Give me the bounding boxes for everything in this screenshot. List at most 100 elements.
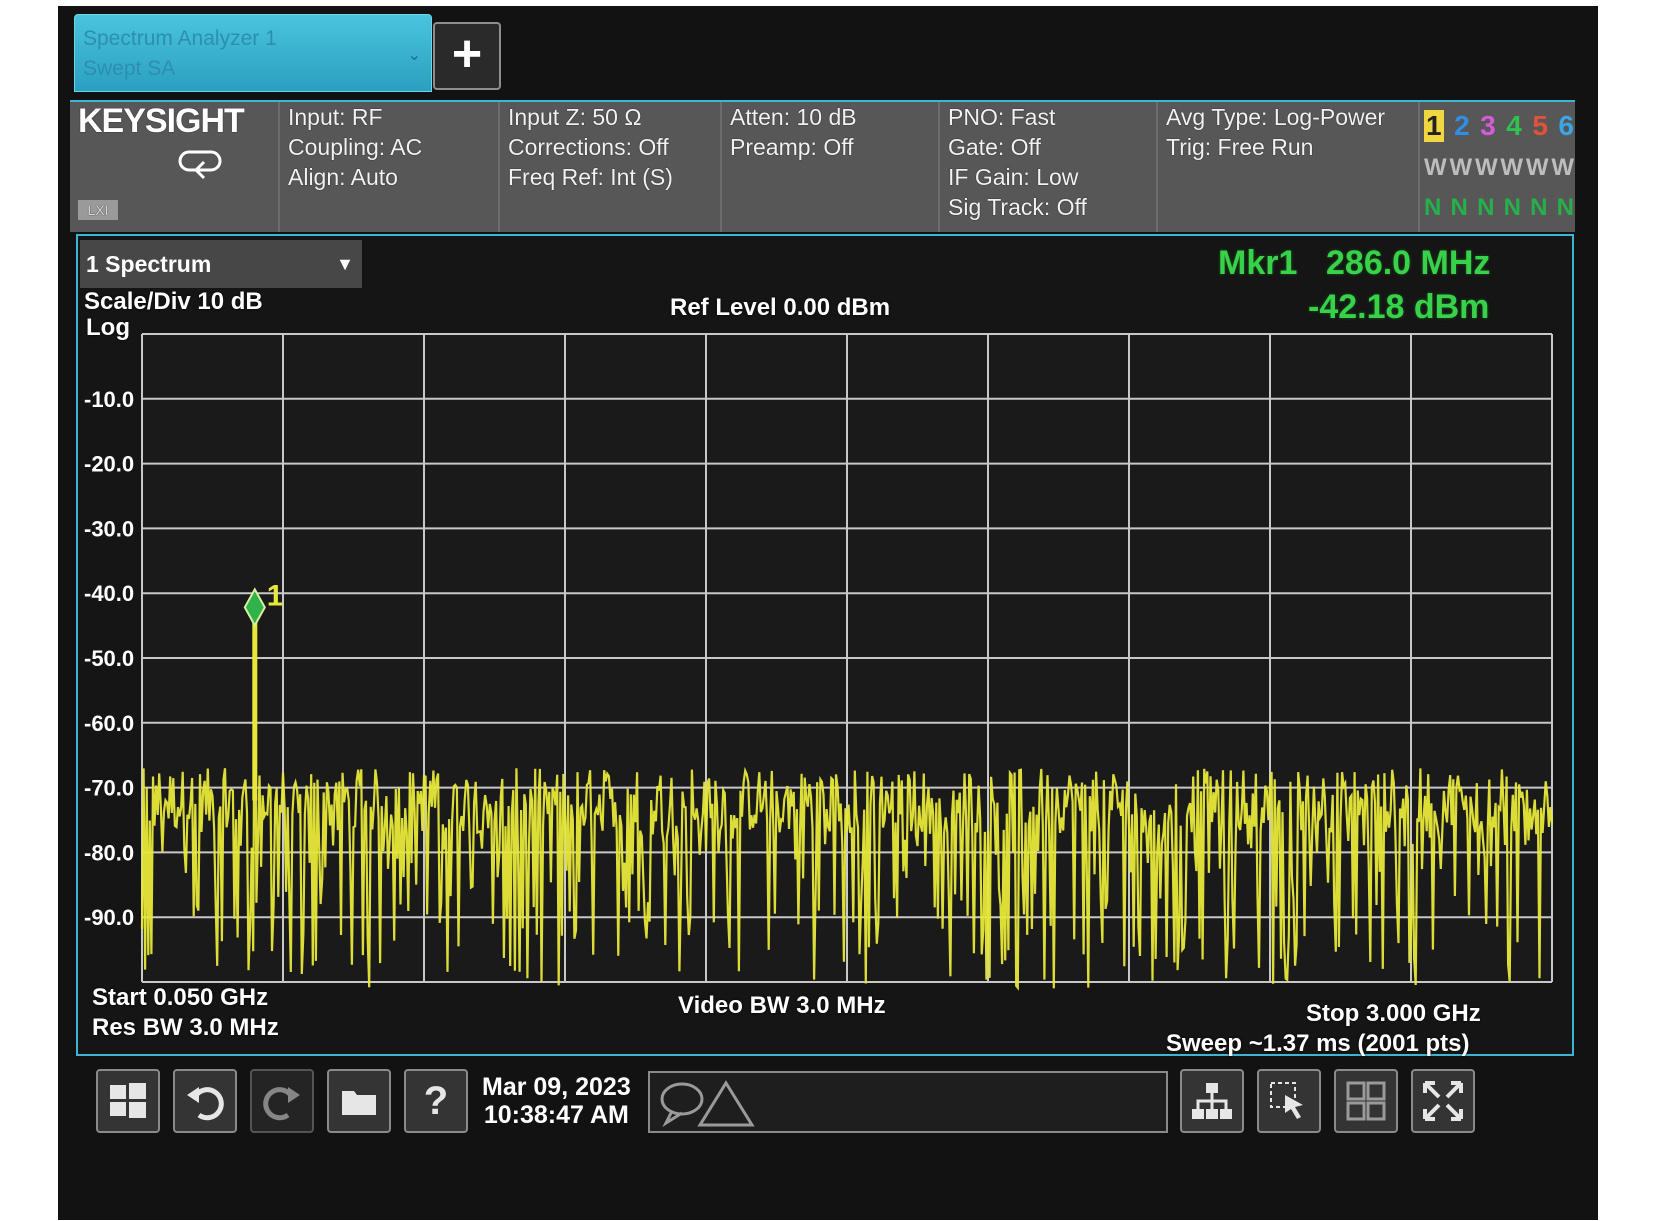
trace-number: 1 [1424, 110, 1444, 142]
trace-detector: N [1450, 194, 1468, 221]
hierarchy-icon [1192, 1083, 1232, 1119]
gate-setting: Gate: Off [948, 134, 1041, 160]
marker-readout-amplitude: -42.18 dBm [1308, 288, 1490, 326]
settings-panel: KEYSIGHT LXI Input: RF Coupling: AC Alig… [70, 100, 1575, 232]
y-tick-label: -20.0 [84, 452, 134, 477]
trace-type: W [1474, 154, 1498, 181]
hand-icon [1270, 1082, 1303, 1119]
atten-setting: Atten: 10 dB [730, 104, 857, 130]
measurement-window[interactable]: -10.0 -20.0 -30.0 -40.0 -50.0 -60.0 -70.0 -80.0… [76, 234, 1576, 1058]
res-bw-label: Res BW 3.0 MHz [92, 1014, 279, 1041]
undo-icon [187, 1087, 224, 1121]
pno-setting: PNO: Fast [948, 104, 1056, 130]
trace-type: W [1525, 154, 1549, 181]
y-tick-label: -40.0 [84, 581, 134, 606]
coupling-setting: Coupling: AC [288, 134, 423, 160]
time-label: 10:38:47 AM [483, 1101, 629, 1129]
folder-icon [342, 1091, 376, 1115]
multi-window-button[interactable] [1334, 1069, 1398, 1133]
trace-number: 3 [1480, 110, 1496, 141]
ref-level-label: Ref Level 0.00 dBm [670, 294, 891, 321]
windows-button[interactable] [96, 1069, 160, 1133]
trace-types: W W W W W W [1424, 154, 1574, 182]
help-button[interactable]: ? [404, 1069, 468, 1133]
scale-label: Scale/Div 10 dB [84, 288, 263, 315]
trace-type: W [1424, 154, 1447, 181]
marker-readout-label: Mkr1 [1218, 244, 1298, 282]
message-icon [660, 1080, 755, 1128]
brand-logo: KEYSIGHT [78, 102, 245, 140]
trace-number: 2 [1454, 110, 1470, 141]
trace-detector: N [1503, 194, 1521, 221]
add-screen-button[interactable]: + [433, 22, 501, 90]
redo-icon [263, 1087, 300, 1121]
trig-setting: Trig: Free Run [1166, 134, 1314, 160]
video-bw-label: Video BW 3.0 MHz [678, 992, 886, 1019]
start-freq-label: Start 0.050 GHz [92, 984, 269, 1011]
settings-atten-group[interactable]: Atten: 10 dB Preamp: Off [722, 102, 940, 232]
y-tick-label: -60.0 [84, 711, 134, 736]
trace-type: W [1449, 154, 1473, 181]
trace-detector: N [1530, 194, 1548, 221]
settings-impedance-group[interactable]: Input Z: 50 Ω Corrections: Off Freq Ref:… [500, 102, 722, 232]
y-tick-label: -30.0 [84, 516, 134, 541]
trace-number: 5 [1532, 110, 1548, 141]
sig-track-setting: Sig Track: Off [948, 194, 1087, 220]
message-bar[interactable] [648, 1071, 1168, 1133]
logo-cell: KEYSIGHT LXI [70, 102, 280, 232]
settings-sweep-group[interactable]: PNO: Fast Gate: Off IF Gain: Low Sig Tra… [940, 102, 1158, 232]
trace-indicator[interactable]: 1 2 3 4 5 6 W W W W W W N N N N N N [1420, 102, 1575, 232]
trace-detector: N [1556, 194, 1574, 221]
trace-number: 6 [1558, 110, 1574, 141]
mode-tab-measurement: Swept SA [83, 57, 176, 80]
marker-1-label: 1 [267, 579, 284, 612]
marker-readout-frequency: 286.0 MHz [1326, 244, 1491, 282]
freq-ref-setting: Freq Ref: Int (S) [508, 164, 673, 190]
spectrum-plot[interactable]: -10.0 -20.0 -30.0 -40.0 -50.0 -60.0 -70.0 -80.0… [78, 236, 1576, 1058]
trace-detector: N [1477, 194, 1495, 221]
sweep-label: Sweep ~1.37 ms (2001 pts) [1166, 1030, 1470, 1057]
window-selector-label: 1 Spectrum [86, 251, 212, 277]
trace-numbers: 1 2 3 4 5 6 [1424, 110, 1574, 142]
mode-tab-title: Spectrum Analyzer 1 [83, 27, 277, 50]
trace-type: W [1500, 154, 1524, 181]
touch-mode-button[interactable] [1180, 1069, 1244, 1133]
grid-icon [1346, 1081, 1386, 1121]
y-tick-label: -80.0 [84, 840, 134, 865]
trace-detectors: N N N N N N [1424, 194, 1574, 222]
mode-tab[interactable]: Spectrum Analyzer 1 Swept SA ⌄ [74, 14, 432, 92]
y-tick-label: -10.0 [84, 387, 134, 412]
full-screen-button[interactable] [1411, 1069, 1475, 1133]
y-tick-label: -90.0 [84, 905, 134, 930]
y-tick-label: -70.0 [84, 776, 134, 801]
window-selector[interactable]: 1 Spectrum ▼ [80, 240, 362, 288]
touch-select-button[interactable] [1257, 1069, 1321, 1133]
settings-trigger-group[interactable]: Avg Type: Log-Power Trig: Free Run [1158, 102, 1420, 232]
align-setting: Align: Auto [288, 164, 398, 190]
dropdown-icon: ▼ [336, 254, 354, 274]
trace-type: W [1551, 154, 1574, 181]
if-gain-setting: IF Gain: Low [948, 164, 1079, 190]
preamp-setting: Preamp: Off [730, 134, 854, 160]
chevron-down-icon: ⌄ [407, 47, 421, 64]
indicator-badge: LXI [78, 200, 118, 220]
y-tick-label: -50.0 [84, 646, 134, 671]
return-icon[interactable] [176, 148, 224, 184]
file-button[interactable] [327, 1069, 391, 1133]
trace-detector: N [1424, 194, 1442, 221]
trace-number: 4 [1506, 110, 1522, 141]
input-setting: Input: RF [288, 104, 383, 130]
taskbar: ? Mar 09, 2023 10:38:47 AM [58, 1061, 1598, 1161]
undo-button[interactable] [173, 1069, 237, 1133]
expand-icon [1423, 1081, 1463, 1121]
redo-button[interactable] [250, 1069, 314, 1133]
corrections-setting: Corrections: Off [508, 134, 669, 160]
settings-input-group[interactable]: Input: RF Coupling: AC Align: Auto [280, 102, 500, 232]
input-z-setting: Input Z: 50 Ω [508, 104, 642, 130]
date-label: Mar 09, 2023 [482, 1073, 631, 1101]
date-time: Mar 09, 2023 10:38:47 AM [482, 1073, 631, 1129]
analyzer-screen: Spectrum Analyzer 1 Swept SA ⌄ + KEYSIGH… [58, 6, 1598, 1220]
avg-type-setting: Avg Type: Log-Power [1166, 104, 1386, 130]
windows-icon [110, 1083, 146, 1118]
scale-type-label: Log [86, 314, 130, 341]
